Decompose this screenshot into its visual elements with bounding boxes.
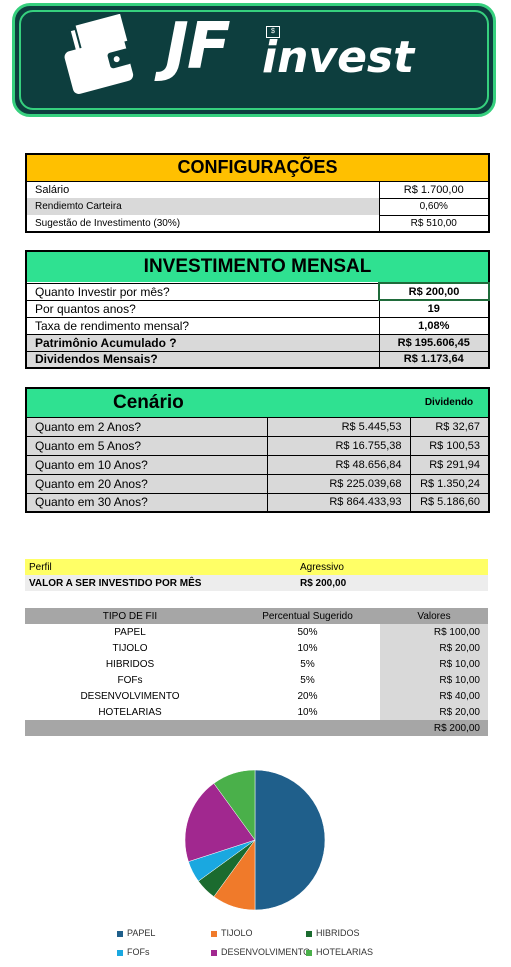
config-salario-value[interactable]: R$ 1.700,00 — [378, 180, 490, 199]
cenario-row-label: Quanto em 10 Anos? — [25, 454, 268, 475]
legend-label: TIJOLO — [221, 928, 253, 938]
cenario-row-label: Quanto em 30 Anos? — [25, 492, 268, 513]
cenario-row-value: R$ 225.039,68 — [266, 473, 411, 494]
logo-jf: JF — [165, 10, 231, 84]
fii-row-valor: R$ 10,00 — [380, 656, 488, 672]
legend-item: TIJOLO — [211, 928, 253, 938]
legend-item: DESENVOLVIMENTO — [211, 947, 310, 957]
mensal-dividendos-label: Dividendos Mensais? — [35, 352, 158, 367]
cenario-row-value: R$ 5.445,53 — [266, 416, 411, 437]
cenario-table: Cenário Dividendo Quanto em 2 Anos? R$ 5… — [25, 387, 490, 513]
fii-header-pct: Percentual Sugerido — [262, 610, 353, 622]
fii-row-tipo: PAPEL — [114, 626, 146, 638]
legend-swatch — [211, 930, 217, 937]
legend-label: HOTELARIAS — [316, 947, 374, 957]
fii-row-tipo: FOFs — [117, 674, 143, 686]
cenario-row-dividend: R$ 100,53 — [409, 435, 490, 456]
fii-row-tipo: HOTELARIAS — [98, 706, 162, 718]
fii-table: TIPO DE FII Percentual Sugerido Valores … — [25, 608, 488, 736]
mensal-patrimonio-label: Patrimônio Acumulado ? — [26, 334, 379, 352]
fii-header-tipo: TIPO DE FII — [102, 610, 158, 622]
perfil-label: Perfil — [29, 561, 52, 573]
legend-item: PAPEL — [117, 928, 155, 938]
fii-row-tipo: DESENVOLVIMENTO — [80, 690, 180, 702]
fii-row-pct[interactable]: 10% — [235, 640, 380, 656]
fii-header-valores: Valores — [417, 610, 451, 622]
mensal-title: INVESTIMENTO MENSAL — [26, 251, 490, 284]
cenario-dividendo-header: Dividendo — [424, 397, 474, 409]
fii-row-valor: R$ 100,00 — [380, 624, 488, 640]
legend-label: DESENVOLVIMENTO — [221, 947, 311, 957]
fii-total-spacer — [25, 720, 235, 736]
legend-item: FOFs — [117, 947, 150, 957]
mensal-valor-input[interactable]: R$ 200,00 — [377, 282, 491, 301]
config-rendimento-value[interactable]: 0,60% — [378, 197, 490, 216]
fii-total-value: R$ 200,00 — [433, 722, 480, 734]
legend-swatch — [117, 949, 123, 956]
pie-slice-papel — [254, 769, 326, 911]
wallet-icon — [64, 14, 134, 94]
cenario-row-dividend: R$ 1.350,24 — [409, 473, 490, 494]
fii-row-pct[interactable]: 5% — [235, 656, 380, 672]
cenario-row-label: Quanto em 2 Anos? — [25, 416, 268, 437]
fii-total-spacer — [235, 720, 380, 736]
cenario-row-value: R$ 48.656,84 — [266, 454, 411, 475]
legend-label: HIBRIDOS — [316, 928, 360, 938]
mensal-taxa-label: Taxa de rendimento mensal? — [26, 317, 379, 335]
mensal-taxa-input[interactable]: 1,08% — [378, 316, 490, 335]
cenario-title: Cenário — [113, 391, 184, 413]
fii-row-valor: R$ 20,00 — [380, 640, 488, 656]
cenario-row-dividend: R$ 5.186,60 — [409, 492, 490, 513]
cenario-row-value: R$ 864.433,93 — [266, 492, 411, 513]
legend-swatch — [117, 930, 123, 937]
config-rendimento-label: Rendiemto Carteira — [26, 198, 379, 215]
legend-swatch — [306, 949, 312, 956]
fii-row-pct[interactable]: 20% — [235, 688, 380, 704]
legend-swatch — [306, 930, 312, 937]
perfil-table: Perfil Agressivo VALOR A SER INVESTIDO P… — [25, 559, 488, 591]
legend-swatch — [211, 949, 217, 956]
mensal-valor-label: Quanto Investir por mês? — [26, 283, 379, 301]
mensal-dividendos-value: R$ 1.173,64 — [378, 350, 490, 369]
cenario-row-dividend: R$ 291,94 — [409, 454, 490, 475]
config-sugestao-value: R$ 510,00 — [378, 214, 490, 233]
legend-label: PAPEL — [127, 928, 156, 938]
perfil-invest-label: VALOR A SER INVESTIDO POR MÊS — [25, 575, 295, 591]
config-table: CONFIGURAÇÕES Salário R$ 1.700,00 Rendie… — [25, 153, 491, 233]
fii-row-valor: R$ 20,00 — [380, 704, 488, 720]
fii-pie-chart — [184, 769, 326, 911]
cenario-row-label: Quanto em 5 Anos? — [25, 435, 268, 456]
config-title: CONFIGURAÇÕES — [26, 154, 490, 182]
legend-item: HIBRIDOS — [306, 928, 360, 938]
fii-row-pct[interactable]: 10% — [235, 704, 380, 720]
mensal-patrimonio-value: R$ 195.606,45 — [378, 333, 490, 352]
legend-item: HOTELARIAS — [306, 947, 373, 957]
cenario-row-label: Quanto em 20 Anos? — [25, 473, 268, 494]
cenario-row-dividend: R$ 32,67 — [409, 416, 490, 437]
config-salario-label: Salário — [26, 181, 379, 198]
mensal-table: INVESTIMENTO MENSAL Quanto Investir por … — [25, 250, 491, 369]
fii-row-pct[interactable]: 50% — [235, 624, 380, 640]
cenario-row-value: R$ 16.755,38 — [266, 435, 411, 456]
fii-row-pct[interactable]: 5% — [235, 672, 380, 688]
fii-row-tipo: HIBRIDOS — [105, 658, 155, 670]
mensal-anos-input[interactable]: 19 — [378, 299, 490, 318]
perfil-invest-value: R$ 200,00 — [295, 575, 488, 591]
legend-label: FOFs — [127, 947, 150, 957]
fii-row-valor: R$ 10,00 — [380, 672, 488, 688]
perfil-value[interactable]: Agressivo — [295, 559, 488, 575]
mensal-anos-label: Por quantos anos? — [26, 300, 379, 318]
config-sugestao-label: Sugestão de Investimento (30%) — [26, 215, 379, 232]
fii-row-valor: R$ 40,00 — [380, 688, 488, 704]
fii-row-tipo: TIJOLO — [112, 642, 148, 654]
logo-invest: invest — [262, 32, 415, 83]
